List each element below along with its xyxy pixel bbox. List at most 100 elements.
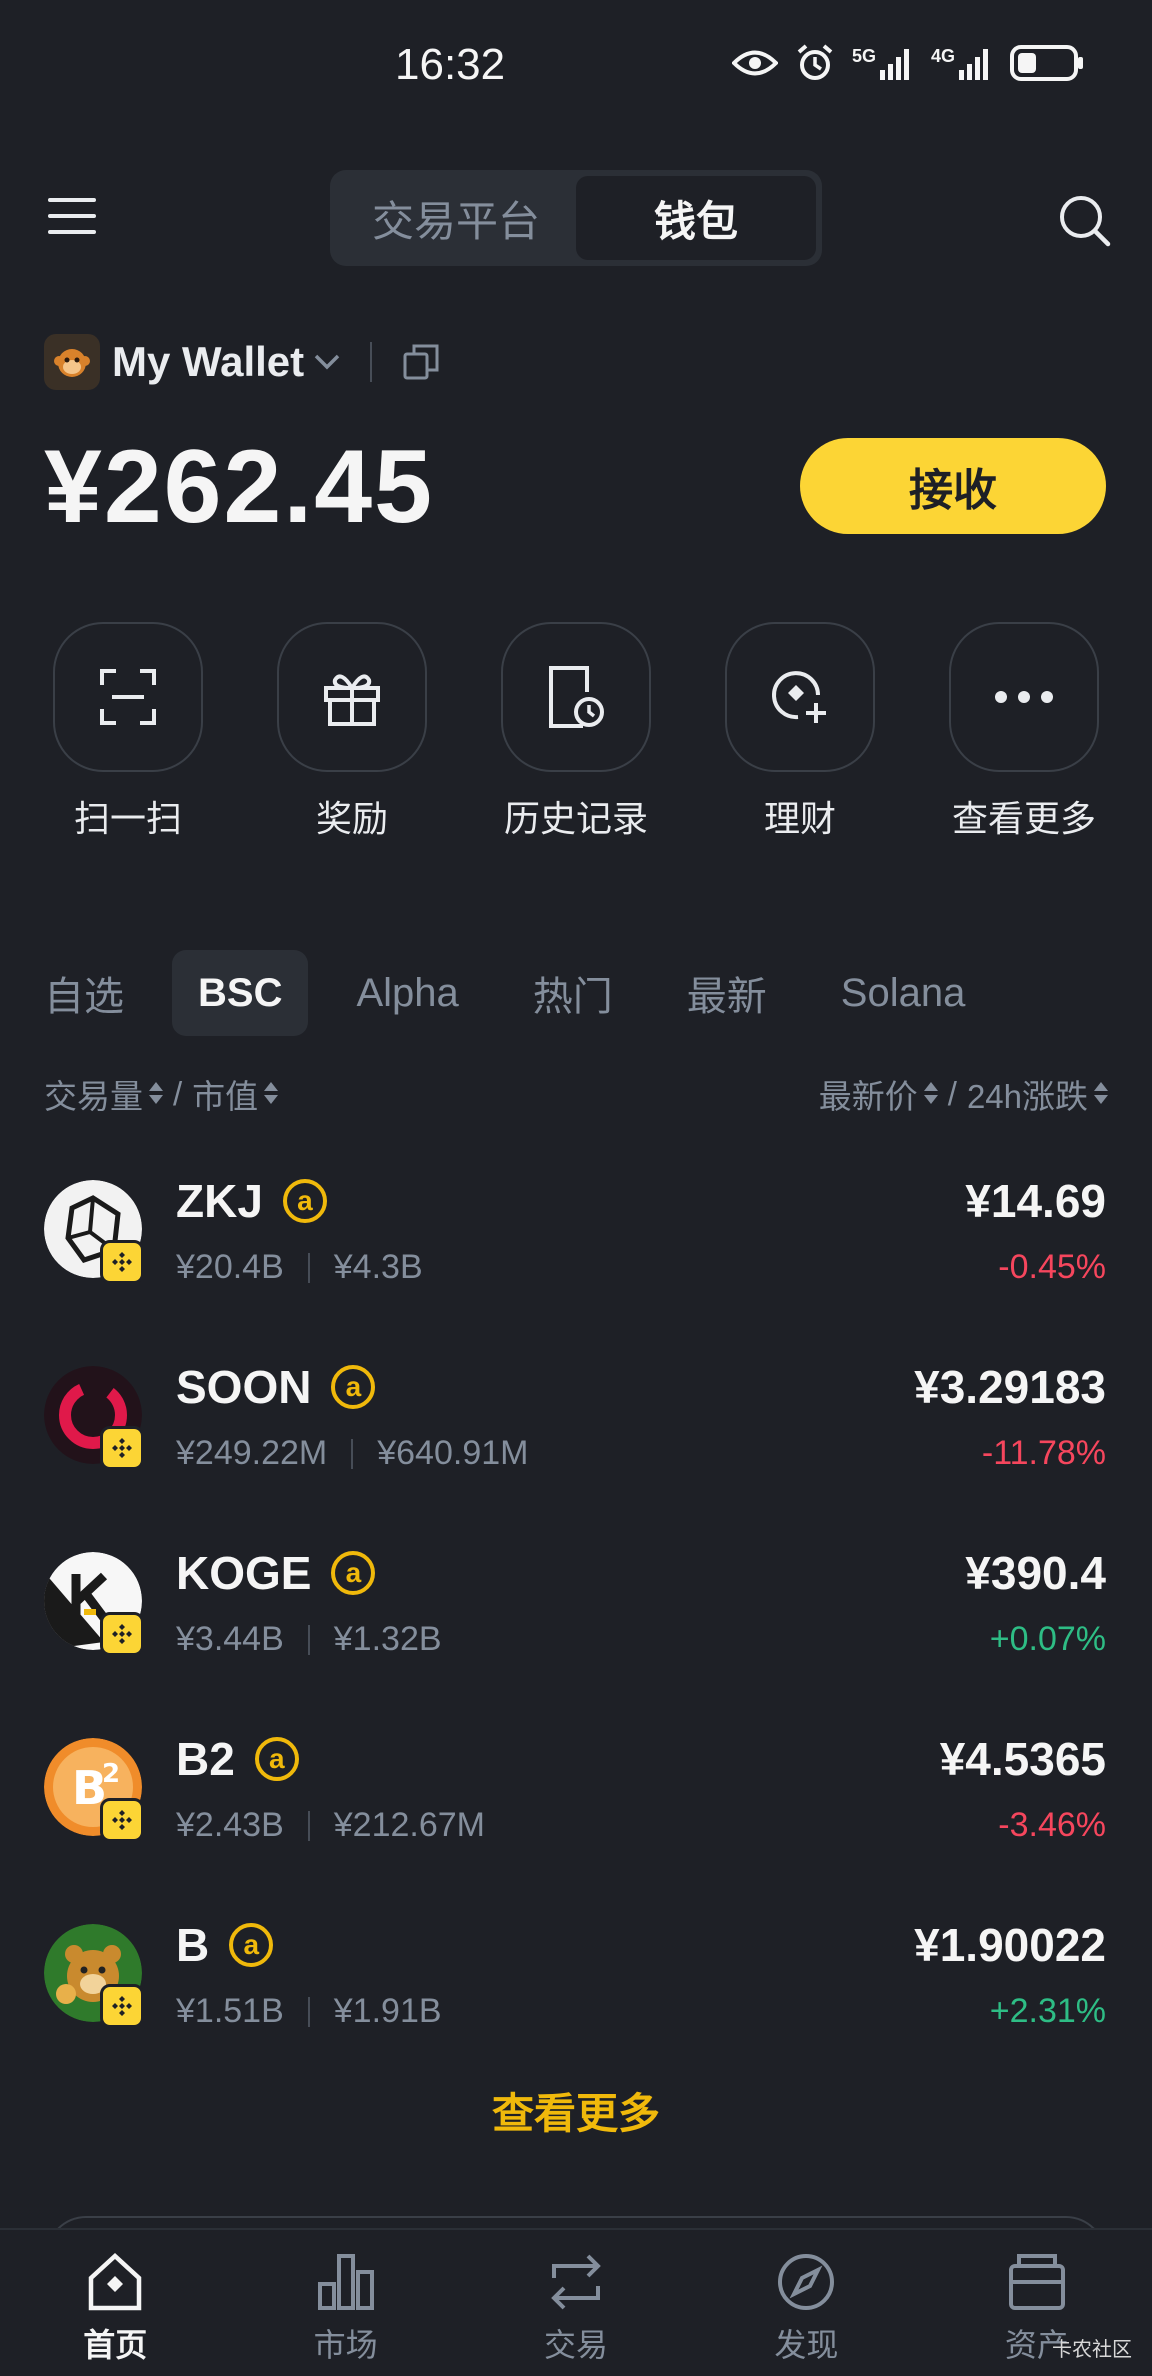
- token-price: ¥4.5365: [939, 1733, 1106, 1785]
- sort-arrows-icon: [1094, 1078, 1108, 1108]
- bnb-chain-icon: [100, 1612, 144, 1656]
- token-change: +0.07%: [989, 1620, 1106, 1658]
- token-symbol: ZKJ: [176, 1175, 263, 1227]
- token-change: -3.46%: [998, 1806, 1106, 1844]
- action-earn[interactable]: 理财: [700, 622, 900, 842]
- status-time: 16:32: [395, 40, 506, 89]
- sort-volume[interactable]: 交易量: [44, 1070, 163, 1118]
- action-label: 历史记录: [503, 798, 648, 839]
- token-price: ¥390.4: [965, 1547, 1106, 1599]
- token-row-koge[interactable]: KOGE a ¥3.44B ¥1.32B ¥390.4 +0.07%: [0, 1542, 1152, 1728]
- network-4g-label: 4G: [930, 46, 955, 66]
- nav-home[interactable]: 首页: [0, 2230, 230, 2376]
- action-label: 理财: [763, 798, 836, 839]
- token-price: ¥1.90022: [914, 1919, 1106, 1971]
- chain-tabs: 自选 BSC Alpha 热门 最新 Solana: [44, 950, 1013, 1036]
- token-volume: ¥1.51B: [176, 1992, 284, 2030]
- bnb-chain-icon: [100, 1798, 144, 1842]
- token-row-b2[interactable]: B2 B2 a ¥2.43B ¥212.67M ¥4.5365 -3.46%: [0, 1728, 1152, 1914]
- token-list: ZKJ a ¥20.4B ¥4.3B ¥14.69 -0.45% SOON a ¥24…: [0, 1170, 1152, 2100]
- token-row-zkj[interactable]: ZKJ a ¥20.4B ¥4.3B ¥14.69 -0.45%: [0, 1170, 1152, 1356]
- token-symbol: B: [176, 1919, 210, 1971]
- token-mcap: ¥212.67M: [333, 1806, 485, 1844]
- bnb-chain-icon: [100, 1240, 144, 1284]
- gift-icon: [324, 674, 380, 726]
- tab-solana[interactable]: Solana: [815, 950, 992, 1036]
- action-history[interactable]: 历史记录: [476, 622, 676, 842]
- action-label: 查看更多: [951, 798, 1096, 839]
- nav-label: 市场: [313, 2327, 378, 2363]
- token-volume: ¥2.43B: [176, 1806, 284, 1844]
- alpha-icon: a: [331, 1551, 376, 1595]
- wallet-avatar: [44, 334, 100, 390]
- mode-switch: 交易平台 钱包: [330, 170, 822, 266]
- earn-icon: [772, 671, 826, 723]
- copy-icon[interactable]: [402, 343, 440, 381]
- token-symbol: B2: [176, 1733, 235, 1785]
- history-icon: [549, 666, 604, 728]
- nav-market[interactable]: 市场: [230, 2230, 460, 2376]
- action-label: 扫一扫: [73, 798, 182, 839]
- nav-label: 首页: [83, 2327, 148, 2363]
- signal-2-icon: [959, 49, 988, 80]
- sort-arrows-icon: [149, 1078, 163, 1108]
- wallet-selector[interactable]: My Wallet: [44, 332, 440, 392]
- scan-icon: [100, 669, 156, 725]
- token-price: ¥3.29183: [914, 1361, 1106, 1413]
- quick-actions: 扫一扫 奖励 历史记录 理财 查看更多: [0, 622, 1152, 842]
- nav-label: 发现: [774, 2327, 839, 2363]
- trade-icon: [551, 2254, 601, 2310]
- token-mcap: ¥1.32B: [333, 1620, 442, 1658]
- divider: [370, 342, 373, 382]
- search-button[interactable]: [1056, 192, 1112, 248]
- sort-row: 交易量 / 市值 最新价 / 24h涨跌: [44, 1070, 1108, 1120]
- bnb-chain-icon: [100, 1426, 144, 1470]
- wallet-name: My Wallet: [112, 338, 305, 385]
- tab-new[interactable]: 最新: [661, 950, 793, 1036]
- token-mcap: ¥640.91M: [377, 1434, 529, 1472]
- see-more-link[interactable]: 查看更多: [0, 2080, 1152, 2141]
- token-price: ¥14.69: [965, 1175, 1106, 1227]
- svg-text:2: 2: [102, 1759, 120, 1789]
- token-volume: ¥3.44B: [176, 1620, 284, 1658]
- tab-hot[interactable]: 热门: [507, 950, 639, 1036]
- discover-icon: [778, 2254, 835, 2310]
- assets-icon: [1008, 2254, 1065, 2310]
- menu-icon: [48, 198, 96, 202]
- tab-exchange[interactable]: 交易平台: [336, 176, 576, 260]
- tab-alpha[interactable]: Alpha: [330, 950, 484, 1036]
- bnb-chain-icon: [100, 1984, 144, 2028]
- token-volume: ¥249.22M: [176, 1434, 328, 1472]
- action-rewards[interactable]: 奖励: [252, 622, 452, 842]
- alarm-icon: [797, 44, 833, 80]
- tab-wallet[interactable]: 钱包: [576, 176, 816, 260]
- receive-button[interactable]: 接收: [800, 438, 1106, 534]
- nav-discover[interactable]: 发现: [691, 2230, 921, 2376]
- sort-change[interactable]: 24h涨跌: [967, 1070, 1108, 1118]
- token-row-soon[interactable]: SOON a ¥249.22M ¥640.91M ¥3.29183 -11.78%: [0, 1356, 1152, 1542]
- action-more[interactable]: 查看更多: [924, 622, 1124, 842]
- alpha-icon: a: [282, 1179, 327, 1223]
- token-symbol: KOGE: [176, 1547, 312, 1599]
- nav-trade[interactable]: 交易: [461, 2230, 691, 2376]
- token-symbol: SOON: [176, 1361, 312, 1413]
- token-row-b[interactable]: Ba ¥1.51B ¥1.91B ¥1.90022 +2.31%: [0, 1914, 1152, 2100]
- alpha-icon: a: [331, 1365, 376, 1409]
- top-nav: 交易平台 钱包: [0, 168, 1152, 268]
- sort-arrows-icon: [923, 1078, 938, 1108]
- sort-separator: /: [173, 1075, 183, 1112]
- token-mcap: ¥4.3B: [333, 1248, 423, 1286]
- status-bar: 16:32 5G 4G: [0, 0, 1152, 130]
- token-change: -11.78%: [981, 1434, 1106, 1472]
- sort-mcap[interactable]: 市值: [192, 1070, 279, 1118]
- battery-icon: [1010, 45, 1083, 81]
- tab-bsc[interactable]: BSC: [172, 950, 309, 1036]
- network-5g-label: 5G: [851, 46, 876, 66]
- action-label: 奖励: [315, 798, 388, 839]
- action-scan[interactable]: 扫一扫: [28, 622, 228, 842]
- token-mcap: ¥1.91B: [333, 1992, 442, 2030]
- sort-price[interactable]: 最新价: [819, 1070, 938, 1118]
- watermark: 卡农社区: [1052, 2339, 1132, 2361]
- menu-button[interactable]: [48, 198, 96, 238]
- tab-favorites[interactable]: 自选: [18, 950, 150, 1036]
